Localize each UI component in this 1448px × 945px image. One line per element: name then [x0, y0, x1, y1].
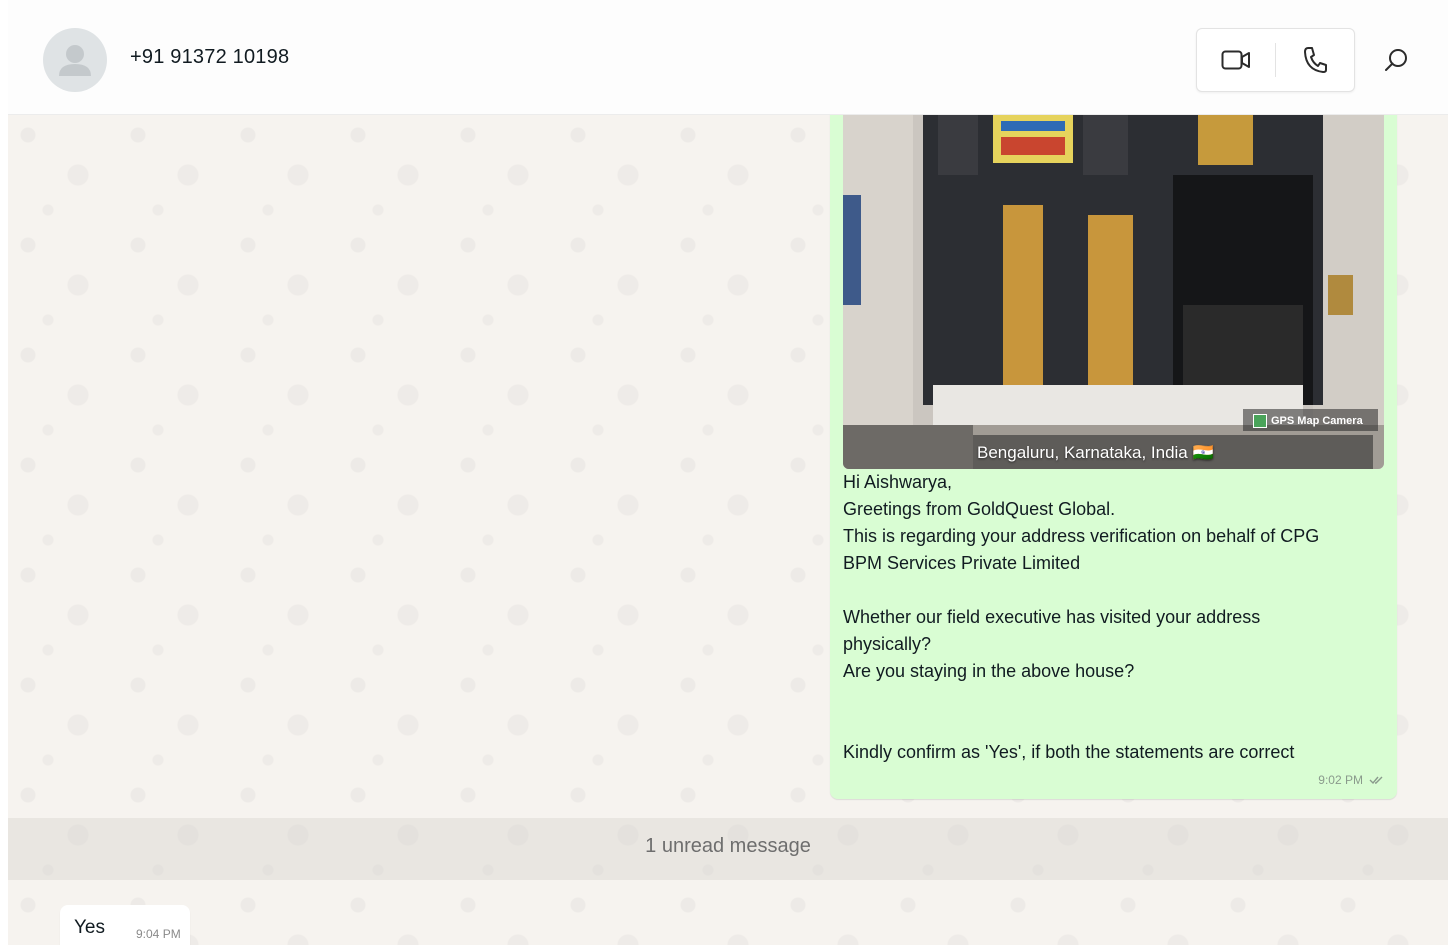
double-check-icon — [1369, 776, 1383, 785]
gps-map-icon — [1253, 414, 1267, 428]
unread-separator: 1 unread message — [8, 818, 1448, 880]
outgoing-message-meta: 9:02 PM — [1318, 773, 1385, 787]
message-line: BPM Services Private Limited — [843, 553, 1081, 573]
outgoing-message-bubble[interactable]: GPS Map Camera Bengaluru, Karnataka, Ind… — [830, 115, 1397, 799]
gps-watermark: GPS Map Camera — [1253, 414, 1363, 428]
voice-call-button[interactable] — [1276, 29, 1354, 91]
gps-watermark-text: GPS Map Camera — [1271, 415, 1363, 427]
outgoing-message-time: 9:02 PM — [1318, 773, 1363, 787]
whatsapp-window: +91 91372 10198 GPS Map Camera Bengaluru… — [0, 0, 1448, 945]
contact-avatar[interactable] — [43, 28, 107, 92]
message-line — [843, 577, 1388, 604]
search-icon — [1385, 49, 1407, 71]
message-line: Kindly confirm as 'Yes', if both the sta… — [843, 742, 1295, 762]
incoming-message-bubble[interactable]: Yes 9:04 PM — [60, 905, 190, 945]
message-line: physically? — [843, 634, 932, 654]
message-line: Hi Aishwarya, — [843, 472, 953, 492]
call-button-group — [1196, 28, 1355, 92]
phone-icon — [1304, 47, 1327, 73]
message-line: Greetings from GoldQuest Global. — [843, 499, 1116, 519]
photo-location-caption: Bengaluru, Karnataka, India 🇮🇳 — [977, 443, 1214, 462]
contact-name[interactable]: +91 91372 10198 — [130, 46, 289, 69]
unread-separator-text: 1 unread message — [645, 835, 811, 857]
message-photo[interactable]: GPS Map Camera Bengaluru, Karnataka, Ind… — [843, 115, 1384, 469]
chat-header: +91 91372 10198 — [8, 0, 1448, 115]
message-text: Hi Aishwarya, Greetings from GoldQuest G… — [843, 469, 1388, 766]
message-line: This is regarding your address verificat… — [843, 526, 1320, 546]
message-line: Whether our field executive has visited … — [843, 607, 1261, 627]
video-camera-icon — [1221, 50, 1250, 70]
incoming-message-text: Yes — [74, 917, 105, 938]
message-line: Are you staying in the above house? — [843, 661, 1135, 681]
person-avatar-icon — [59, 45, 91, 76]
incoming-message-time: 9:04 PM — [136, 927, 181, 941]
message-line — [843, 712, 1388, 739]
search-button[interactable] — [1376, 40, 1416, 80]
chat-messages-area[interactable]: GPS Map Camera Bengaluru, Karnataka, Ind… — [8, 115, 1448, 945]
video-call-button[interactable] — [1197, 29, 1275, 91]
message-line — [843, 685, 1388, 712]
